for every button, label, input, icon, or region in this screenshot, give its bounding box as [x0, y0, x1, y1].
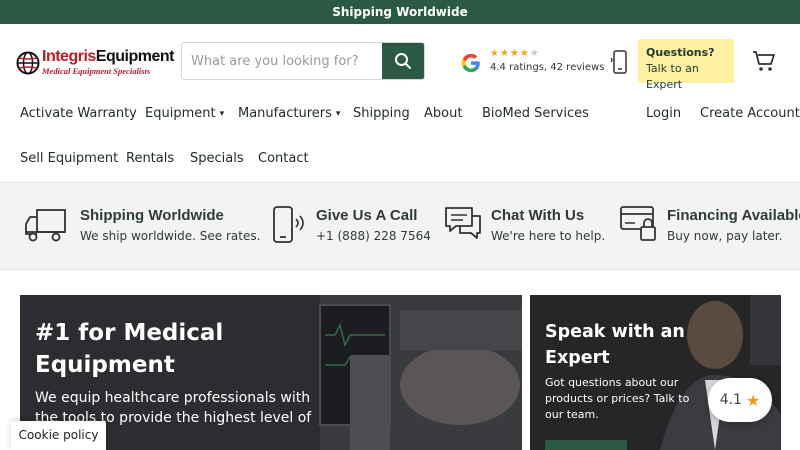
main-nav: Activate Warranty Equipment ▾ Manufacture… — [0, 100, 800, 182]
cookie-policy-button[interactable]: Cookie policy — [11, 421, 106, 450]
feature-title: Financing Available — [667, 207, 800, 224]
feature-subtitle: We ship worldwide. See rates. — [80, 229, 261, 243]
review-score-badge[interactable]: 4.1 ★ — [708, 378, 772, 422]
announcement-text: Shipping Worldwide — [332, 5, 468, 19]
review-score: 4.1 — [719, 392, 742, 408]
phone-icon — [273, 206, 304, 243]
expert-banner-button[interactable] — [545, 440, 627, 450]
feature-financing[interactable]: Financing Available Buy now, pay later. — [620, 205, 800, 249]
nav-equipment[interactable]: Equipment ▾ — [145, 106, 224, 121]
feature-call[interactable]: Give Us A Call +1 (888) 228 7564 — [270, 205, 431, 249]
nav-specials[interactable]: Specials — [190, 151, 244, 166]
search-icon — [395, 53, 411, 69]
nav-about[interactable]: About — [424, 106, 462, 121]
hero-title: #1 for Medical Equipment — [35, 320, 224, 378]
nav-shipping[interactable]: Shipping — [353, 106, 410, 121]
chevron-down-icon: ▾ — [219, 109, 225, 119]
nav-activate-warranty[interactable]: Activate Warranty — [20, 106, 137, 121]
cookie-policy-label: Cookie policy — [18, 428, 99, 442]
logo[interactable]: IntegrisEquipment Medical Equipment Spec… — [16, 48, 174, 78]
logo-wordmark: IntegrisEquipment — [42, 48, 174, 66]
feature-title: Give Us A Call — [316, 207, 418, 224]
search-bar — [181, 42, 425, 80]
feature-title: Chat With Us — [491, 207, 585, 224]
nav-manufacturers[interactable]: Manufacturers ▾ — [238, 106, 340, 121]
feature-subtitle: Buy now, pay later. — [667, 229, 783, 243]
nav-manufacturers-label: Manufacturers — [238, 106, 332, 121]
expert-banner[interactable]: Speak with an Expert Got questions about… — [530, 295, 781, 450]
rating-stars-empty: ★ — [529, 48, 540, 59]
expert-title: Questions? — [646, 46, 715, 59]
feature-strip: Shipping Worldwide We ship worldwide. Se… — [0, 182, 800, 270]
feature-chat[interactable]: Chat With Us We're here to help. — [444, 205, 606, 249]
talk-to-expert-button[interactable]: Questions? Talk to an Expert — [638, 39, 734, 91]
expert-subtitle: Talk to an Expert — [646, 62, 699, 91]
announcement-bar: Shipping Worldwide — [0, 0, 800, 24]
expert-banner-text: Got questions about our products or pric… — [545, 376, 690, 421]
search-button[interactable] — [382, 43, 424, 79]
cart-icon[interactable] — [752, 50, 776, 72]
nav-biomed-services[interactable]: BioMed Services — [482, 106, 589, 121]
feature-title: Shipping Worldwide — [80, 207, 224, 224]
site-header: IntegrisEquipment Medical Equipment Spec… — [0, 24, 800, 100]
nav-create-account[interactable]: Create Account — [700, 106, 800, 121]
feature-subtitle: +1 (888) 228 7564 — [316, 229, 431, 243]
nav-equipment-label: Equipment — [145, 106, 216, 121]
nav-sell-equipment[interactable]: Sell Equipment — [20, 151, 118, 166]
chat-icon — [445, 207, 481, 239]
rating-text: 4.4 ratings, 42 reviews — [490, 62, 605, 73]
feature-shipping[interactable]: Shipping Worldwide We ship worldwide. Se… — [24, 205, 260, 249]
truck-icon — [25, 209, 66, 242]
nav-contact[interactable]: Contact — [258, 151, 309, 166]
chevron-down-icon: ▾ — [335, 109, 341, 119]
google-rating[interactable]: ★★★★★ 4.4 ratings, 42 reviews — [460, 48, 604, 80]
mobile-phone-icon — [610, 50, 627, 74]
star-icon: ★ — [745, 390, 761, 410]
rating-stars: ★★★★★ — [490, 48, 540, 59]
logo-tagline: Medical Equipment Specialists — [42, 66, 151, 76]
search-input[interactable] — [182, 43, 383, 79]
logo-brand-right: Equipment — [95, 48, 175, 65]
expert-banner-title: Speak with an Expert — [545, 322, 685, 368]
nav-login[interactable]: Login — [646, 106, 681, 121]
globe-icon — [16, 51, 40, 75]
credit-card-lock-icon — [620, 206, 656, 241]
nav-rentals[interactable]: Rentals — [126, 151, 174, 166]
logo-brand-left: Integris — [42, 48, 96, 65]
rating-stars-filled: ★★★★ — [490, 48, 530, 59]
feature-subtitle: We're here to help. — [491, 229, 606, 243]
google-icon — [461, 53, 480, 73]
